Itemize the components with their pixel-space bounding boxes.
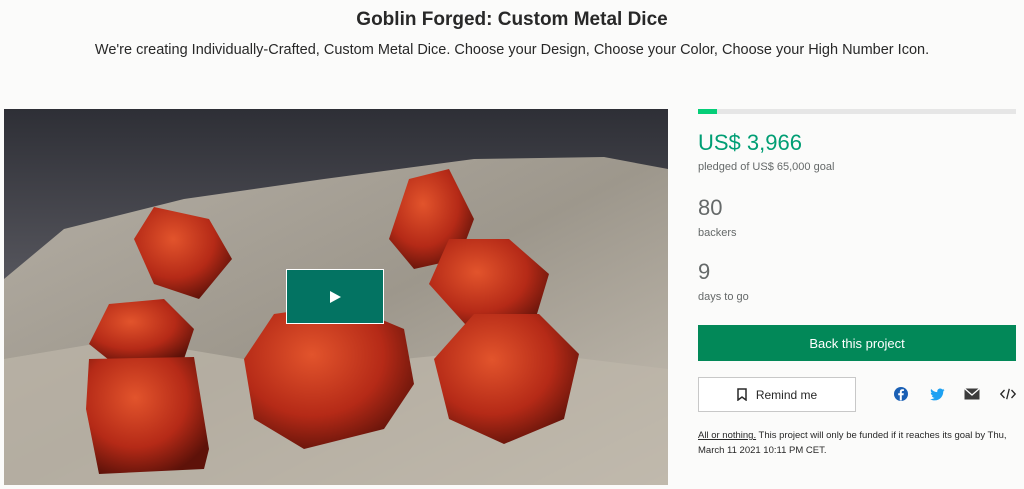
embed-code-icon[interactable] [1000, 386, 1016, 402]
project-video[interactable] [4, 109, 668, 485]
all-or-nothing-notice: All or nothing. This project will only b… [698, 428, 1018, 458]
pledged-amount: US$ 3,966 [698, 130, 802, 155]
project-title: Goblin Forged: Custom Metal Dice [356, 9, 668, 30]
facebook-share-icon[interactable] [893, 386, 909, 402]
all-or-nothing-link[interactable]: All or nothing. [698, 430, 756, 441]
pledged-goal: pledged of US$ 65,000 goal [698, 161, 835, 173]
backers-label: backers [698, 227, 737, 239]
funding-stats: US$ 3,966 pledged of US$ 65,000 goal 80 … [698, 109, 1016, 303]
remind-me-button[interactable]: Remind me [698, 377, 856, 412]
project-subtitle: We're creating Individually-Crafted, Cus… [94, 42, 930, 58]
play-icon [330, 290, 341, 303]
days-count: 9 [698, 259, 711, 284]
days-to-go-stat: 9 days to go [698, 259, 749, 303]
bookmark-icon [737, 388, 747, 401]
backers-stat: 80 backers [698, 195, 737, 239]
backers-count: 80 [698, 195, 723, 220]
funding-progress-bar [698, 109, 1016, 114]
days-label: days to go [698, 291, 749, 303]
twitter-share-icon[interactable] [929, 386, 945, 402]
remind-me-label: Remind me [755, 387, 818, 402]
funding-progress-fill [698, 109, 718, 114]
project-header: Goblin Forged: Custom Metal Dice We're c… [0, 0, 1024, 60]
play-video-button[interactable] [286, 269, 384, 324]
email-share-icon[interactable] [964, 386, 980, 402]
back-this-project-button[interactable]: Back this project [698, 325, 1016, 361]
